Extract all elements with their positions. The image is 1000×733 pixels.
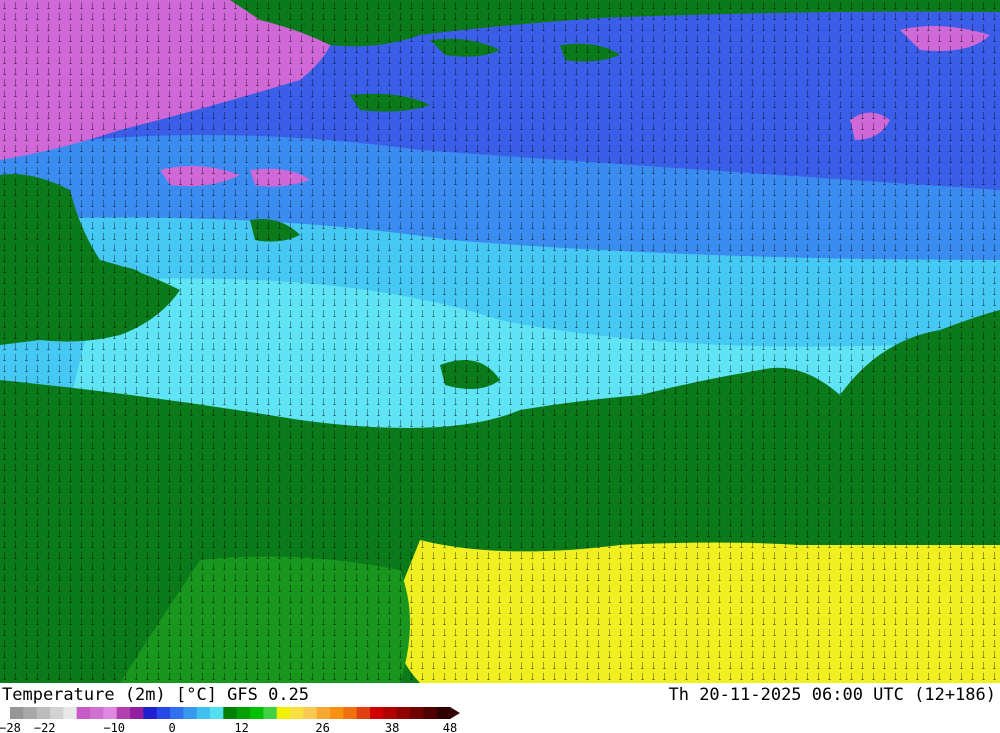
legend-swatch (143, 707, 158, 719)
legend-swatch (303, 707, 318, 719)
legend-swatch (343, 707, 358, 719)
legend-swatch (63, 707, 78, 719)
legend-swatch (76, 707, 91, 719)
legend-swatch (210, 707, 224, 719)
legend-swatch (263, 707, 278, 719)
legend-swatch (36, 707, 51, 719)
legend-swatch (156, 707, 171, 719)
map-footer: Temperature (2m) [°C] GFS 0.25 Th 20-11-… (0, 683, 1000, 733)
legend-swatch (23, 707, 38, 719)
legend-swatch (383, 707, 398, 719)
legend-swatch (103, 707, 118, 719)
legend-swatch (250, 707, 264, 719)
legend-swatch (236, 707, 251, 719)
valid-time: Th 20-11-2025 06:00 UTC (12+186) (668, 685, 996, 705)
legend-swatch (290, 707, 304, 719)
legend-swatch (196, 707, 211, 719)
legend-swatch (330, 707, 344, 719)
legend-tick-label: 38 (385, 721, 399, 733)
legend-swatch (170, 707, 184, 719)
map-title: Temperature (2m) [°C] GFS 0.25 (2, 685, 310, 705)
legend-swatch (370, 707, 384, 719)
legend-swatch (423, 707, 438, 719)
legend-swatch (223, 707, 238, 719)
value-grid-overlay (0, 0, 1000, 683)
legend-swatch (410, 707, 424, 719)
legend-tick-label: −28 (0, 721, 21, 733)
legend-swatch (183, 707, 198, 719)
legend-swatch (436, 707, 451, 719)
legend-swatch (90, 707, 104, 719)
legend-arrow (450, 707, 460, 719)
legend-tick-label: 26 (315, 721, 329, 733)
temperature-map (0, 0, 1000, 683)
legend-tick-label: 48 (443, 721, 457, 733)
legend-swatch (356, 707, 371, 719)
legend-swatch (116, 707, 131, 719)
legend-tick-label: −10 (103, 721, 125, 733)
legend-tick-label: 0 (168, 721, 175, 733)
legend-swatch (276, 707, 291, 719)
legend-swatch (50, 707, 64, 719)
legend-swatch (10, 707, 24, 719)
legend-swatch (130, 707, 144, 719)
legend-swatch (316, 707, 331, 719)
color-legend: −28 −22 −10 0 12 26 38 48 (0, 707, 460, 733)
legend-swatch (396, 707, 411, 719)
legend-tick-label: 12 (234, 721, 248, 733)
legend-tick-label: −22 (34, 721, 56, 733)
